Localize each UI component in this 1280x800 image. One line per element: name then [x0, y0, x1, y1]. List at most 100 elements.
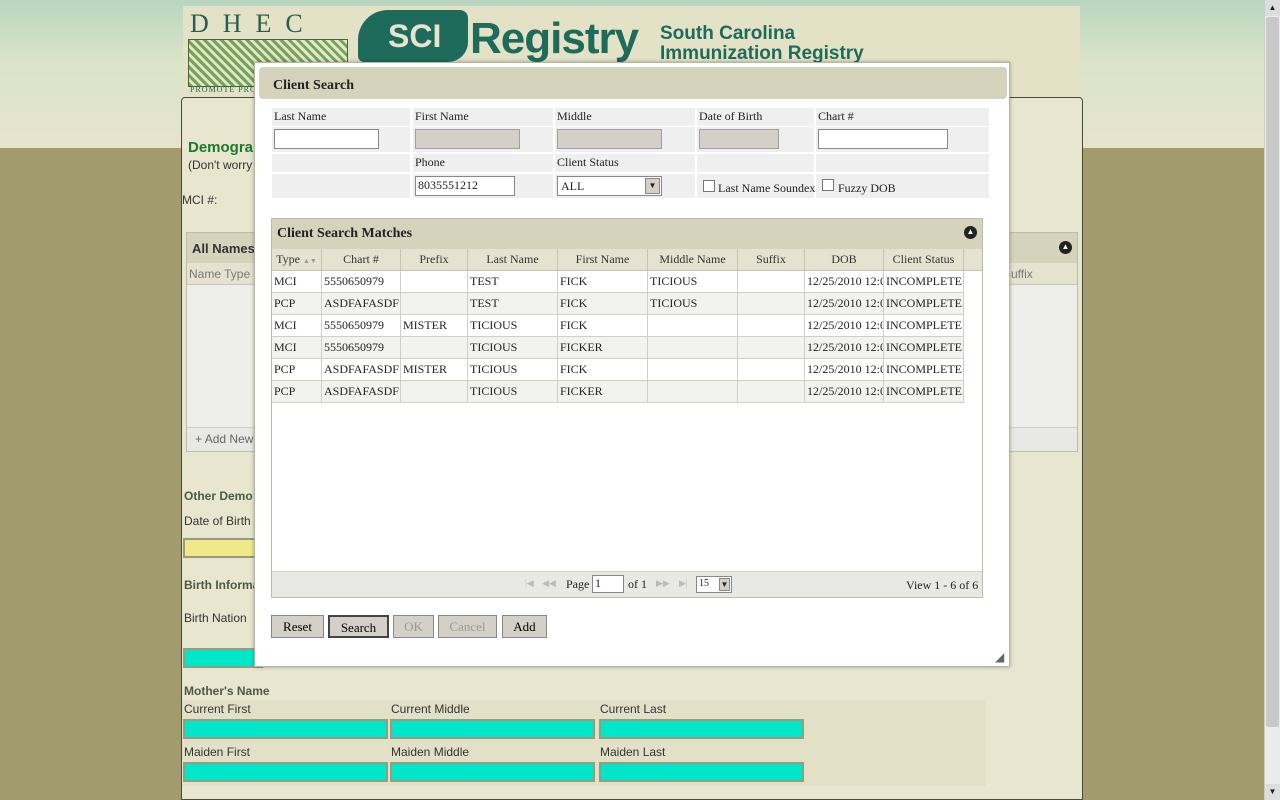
- maiden-last-label: Maiden Last: [600, 745, 666, 759]
- first-page-icon[interactable]: |◀: [525, 578, 534, 589]
- dob-label: Date of Birth: [697, 108, 814, 126]
- table-row[interactable]: MCI 5550650979 TEST FICK TICIOUS 12/25/2…: [272, 271, 964, 293]
- phone-label: Phone: [413, 154, 553, 172]
- maiden-last-field[interactable]: [599, 762, 804, 782]
- cell-client-status: INCOMPLETE: [884, 271, 964, 293]
- column-header-prefix[interactable]: Prefix: [401, 249, 468, 271]
- phone-input[interactable]: 8035551212: [415, 176, 515, 196]
- last-name-soundex-checkbox[interactable]: [703, 180, 715, 192]
- cell-middle-name: TICIOUS: [648, 271, 738, 293]
- column-header-dob[interactable]: DOB: [805, 249, 884, 271]
- cancel-button[interactable]: Cancel: [438, 615, 497, 638]
- fuzzy-dob-checkbox[interactable]: [822, 179, 834, 191]
- cell-middle-name: [648, 315, 738, 337]
- prev-page-icon[interactable]: ◀◀: [542, 578, 556, 589]
- current-middle-field[interactable]: [390, 719, 595, 739]
- chevron-down-icon: ▼: [719, 578, 730, 591]
- chart-label: Chart #: [816, 108, 989, 126]
- cell-suffix: [738, 337, 805, 359]
- registry-title-line2: Immunization Registry: [660, 43, 864, 64]
- column-header-suffix[interactable]: Suffix: [738, 249, 805, 271]
- last-page-icon[interactable]: ▶|: [679, 578, 688, 589]
- cell-prefix: [401, 271, 468, 293]
- middle-input[interactable]: [557, 129, 662, 149]
- scroll-down-icon[interactable]: ▼: [1265, 784, 1280, 800]
- cell-client-status: INCOMPLETE: [884, 381, 964, 403]
- search-matches-grid: Client Search Matches ▲ Type ▲▼ Chart # …: [271, 218, 983, 598]
- dob-input[interactable]: [699, 129, 779, 149]
- maiden-first-field[interactable]: [183, 762, 388, 782]
- last-name-label: Last Name: [272, 108, 410, 126]
- table-row[interactable]: MCI 5550650979 MISTER TICIOUS FICK 12/25…: [272, 315, 964, 337]
- column-header-last-name[interactable]: Last Name: [468, 249, 558, 271]
- table-row[interactable]: MCI 5550650979 TICIOUS FICKER 12/25/2010…: [272, 337, 964, 359]
- cell-client-status: INCOMPLETE: [884, 315, 964, 337]
- all-names-collapse-icon[interactable]: ▲: [1059, 241, 1072, 254]
- cell-type: MCI: [272, 271, 322, 293]
- cell-chart: 5550650979: [322, 337, 401, 359]
- table-row[interactable]: PCP ASDFAFASDF TEST FICK TICIOUS 12/25/2…: [272, 293, 964, 315]
- column-header-type[interactable]: Type ▲▼: [272, 249, 322, 271]
- column-header-client-status[interactable]: Client Status: [884, 249, 964, 271]
- cell-chart: 5550650979: [322, 315, 401, 337]
- table-row[interactable]: PCP ASDFAFASDF TICIOUS FICKER 12/25/2010…: [272, 381, 964, 403]
- page-label: Page: [566, 577, 590, 591]
- cell-middle-name: TICIOUS: [648, 293, 738, 315]
- cell-middle-name: [648, 337, 738, 359]
- maiden-middle-label: Maiden Middle: [391, 745, 470, 759]
- page-scrollbar[interactable]: ▲ ▼: [1264, 0, 1280, 800]
- page-size-select[interactable]: 15 ▼: [696, 576, 732, 593]
- column-header-middle-name[interactable]: Middle Name: [648, 249, 738, 271]
- cell-dob: 12/25/2010 12:00: [805, 381, 884, 403]
- cell-first-name: FICKER: [558, 337, 648, 359]
- cell-first-name: FICK: [558, 315, 648, 337]
- add-new-label: Add New: [204, 432, 254, 446]
- first-name-input[interactable]: [415, 129, 520, 149]
- cell-chart: ASDFAFASDF: [322, 381, 401, 403]
- cell-suffix: [738, 271, 805, 293]
- current-middle-label: Current Middle: [391, 702, 470, 716]
- middle-label: Middle: [555, 108, 695, 126]
- cell-suffix: [738, 293, 805, 315]
- current-first-field[interactable]: [183, 719, 388, 739]
- table-row[interactable]: PCP ASDFAFASDF MISTER TICIOUS FICK 12/25…: [272, 359, 964, 381]
- add-button[interactable]: Add: [502, 615, 547, 638]
- client-status-select[interactable]: ALL ▼: [557, 176, 662, 196]
- reset-button[interactable]: Reset: [271, 615, 324, 638]
- mci-label: MCI #:: [182, 193, 218, 207]
- column-header-first-name[interactable]: First Name: [558, 249, 648, 271]
- ok-button[interactable]: OK: [393, 615, 434, 638]
- search-button[interactable]: Search: [328, 615, 389, 638]
- grid-caption-text: Client Search Matches: [277, 226, 413, 241]
- date-of-birth-field[interactable]: [183, 538, 263, 558]
- add-new-name-button[interactable]: + Add New: [195, 432, 253, 446]
- cell-chart: 5550650979: [322, 271, 401, 293]
- collapse-icon[interactable]: ▲: [964, 226, 977, 239]
- page-input[interactable]: 1: [592, 575, 624, 593]
- resize-handle-icon[interactable]: ◢: [995, 650, 1004, 665]
- demographics-title: Demogra: [188, 139, 254, 156]
- view-count: View 1 - 6 of 6: [906, 578, 979, 592]
- sci-logo: SCI: [358, 10, 468, 62]
- last-name-input[interactable]: [274, 129, 379, 149]
- next-page-icon[interactable]: ▶▶: [656, 578, 670, 589]
- scrollbar-thumb[interactable]: [1266, 17, 1279, 727]
- demographics-note: (Don't worry: [188, 158, 253, 172]
- chevron-down-icon: ▼: [645, 178, 660, 194]
- current-last-field[interactable]: [599, 719, 804, 739]
- fuzzy-dob-label: Fuzzy DOB: [838, 181, 896, 195]
- registry-title-line1: South Carolina: [660, 23, 796, 44]
- all-names-title: All Names: [192, 241, 255, 256]
- cell-prefix: MISTER: [401, 315, 468, 337]
- column-header-chart[interactable]: Chart #: [322, 249, 401, 271]
- maiden-middle-field[interactable]: [390, 762, 595, 782]
- scroll-up-icon[interactable]: ▲: [1265, 0, 1280, 16]
- cell-middle-name: [648, 381, 738, 403]
- name-type-header: Name Type: [189, 267, 251, 281]
- birth-nation-field[interactable]: [183, 648, 263, 668]
- cell-prefix: MISTER: [401, 359, 468, 381]
- grid-pager: |◀ ◀◀ Page 1 of 1 ▶▶ ▶| 15 ▼ View 1 - 6 …: [272, 571, 982, 597]
- cell-type: MCI: [272, 337, 322, 359]
- chart-input[interactable]: [818, 129, 948, 149]
- cell-middle-name: [648, 359, 738, 381]
